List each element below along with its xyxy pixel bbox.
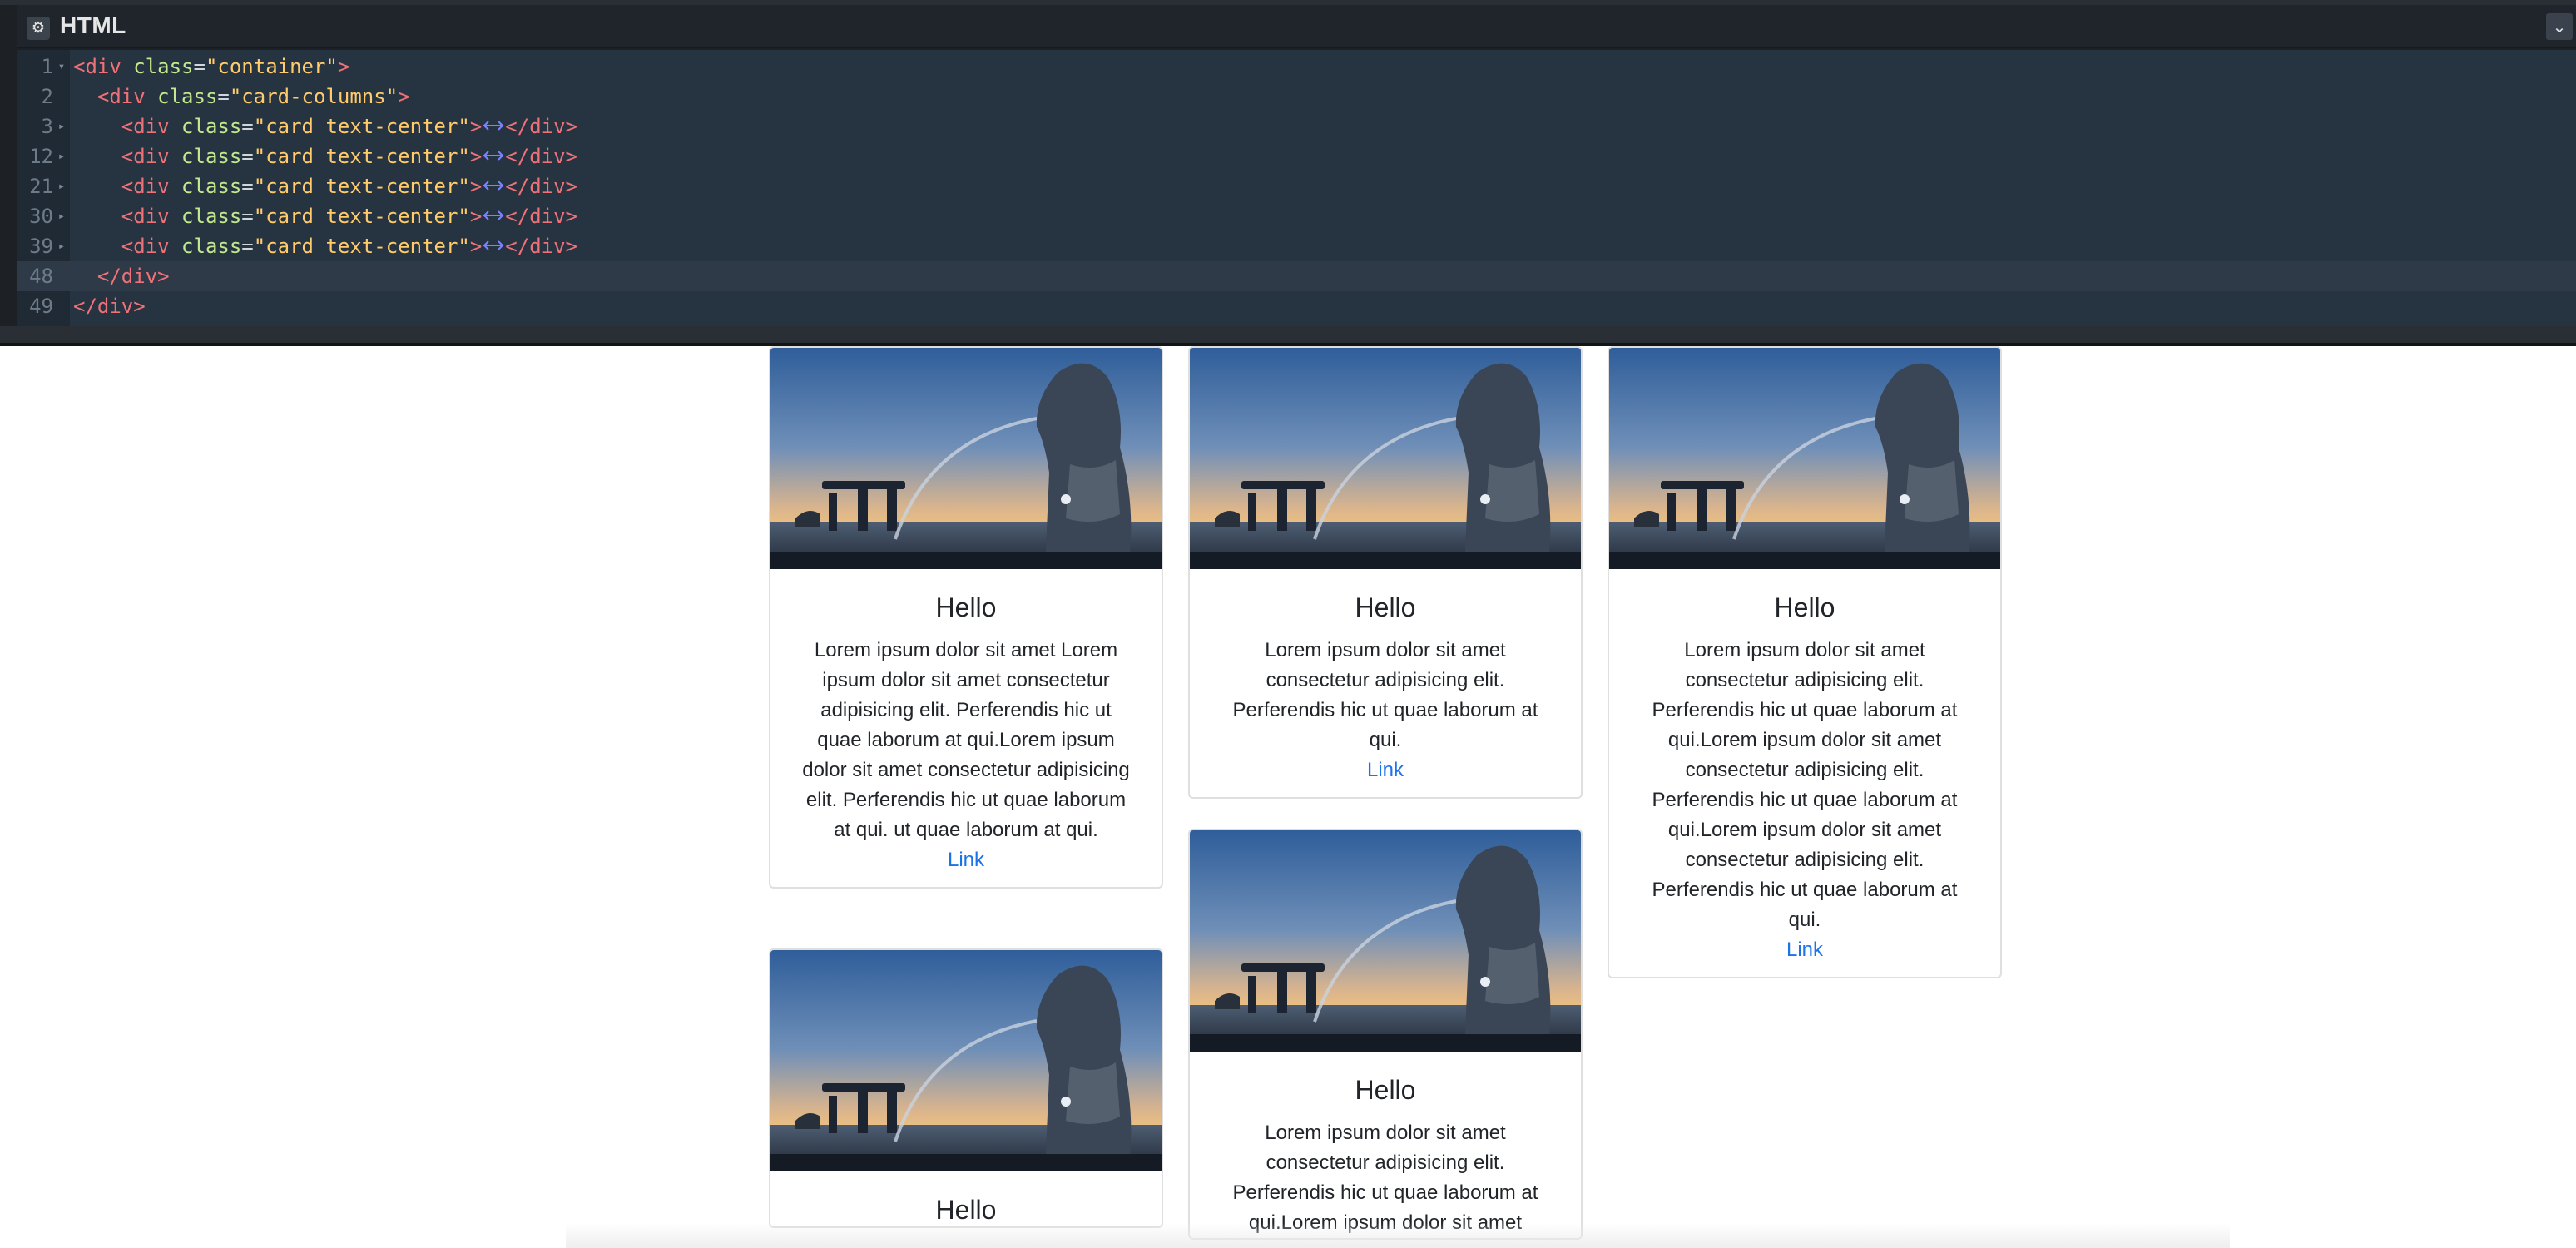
folded-code-marker-icon[interactable] [482, 209, 505, 222]
code-text: <div class="container"> [73, 55, 350, 78]
line-number: 2 [41, 85, 53, 108]
line-number: 30 [29, 205, 53, 228]
line-number: 1 [41, 55, 53, 78]
folded-code-marker-icon[interactable] [482, 119, 505, 132]
card-text: Lorem ipsum dolor sit amet Lorem ipsum d… [802, 639, 1130, 841]
card-text: Lorem ipsum dolor sit amet consectetur a… [1232, 639, 1538, 751]
card-image [1190, 348, 1581, 569]
card-link[interactable]: Link [770, 845, 1162, 887]
fold-open-icon[interactable]: ▾ [55, 52, 68, 82]
card-image [770, 950, 1162, 1171]
editor-bottom-bar [0, 326, 2576, 343]
fold-closed-icon[interactable]: ▸ [55, 141, 68, 171]
code-line[interactable]: 49 </div> [17, 291, 2576, 321]
code-text: <div class="card text-center"> </div> [121, 145, 577, 168]
card-image [1609, 348, 2000, 569]
code-text: <div class="card text-center"> </div> [121, 205, 577, 228]
line-number: 39 [29, 235, 53, 258]
card-link[interactable]: Link [1609, 935, 2000, 977]
code-line[interactable]: 2 <div class="card-columns"> [17, 82, 2576, 111]
code-line[interactable]: 30 ▸ <div class="card text-center"> </div> [17, 201, 2576, 231]
code-text: <div class="card text-center"> </div> [121, 115, 577, 138]
code-line[interactable]: 48 </div> [17, 261, 2576, 291]
code-text: </div> [97, 265, 170, 288]
scroll-fade [566, 1223, 2230, 1248]
folded-code-marker-icon[interactable] [482, 179, 505, 192]
fold-closed-icon[interactable]: ▸ [55, 201, 68, 231]
card-title: Hello [1355, 592, 1416, 622]
card-image [1190, 830, 1581, 1052]
card-text: Lorem ipsum dolor sit amet consectetur a… [1232, 1122, 1538, 1234]
code-text: <div class="card text-center"> </div> [121, 235, 577, 258]
card-text: Lorem ipsum dolor sit amet consectetur a… [1652, 639, 1958, 931]
code-text: <div class="card text-center"> </div> [121, 175, 577, 198]
fold-closed-icon[interactable]: ▸ [55, 111, 68, 141]
line-number: 12 [29, 145, 53, 168]
gear-icon[interactable]: ⚙ [27, 17, 50, 40]
editor-title: HTML [60, 12, 126, 38]
code-area[interactable]: 1 ▾ <div class="container"> 2 <div class="c… [17, 50, 2576, 326]
card-title: Hello [935, 592, 997, 622]
code-line[interactable]: 21 ▸ <div class="card text-center"> </div> [17, 171, 2576, 201]
card-title: Hello [1774, 592, 1835, 622]
code-line[interactable]: 39 ▸ <div class="card text-center"> </div> [17, 231, 2576, 261]
fold-closed-icon[interactable]: ▸ [55, 231, 68, 261]
chevron-down-icon[interactable]: ⌄ [2546, 13, 2573, 40]
code-line[interactable]: 3 ▸ <div class="card text-center"> </div> [17, 111, 2576, 141]
fold-closed-icon[interactable]: ▸ [55, 171, 68, 201]
preview-pane: Hello Lorem ipsum dolor sit amet Lorem i… [0, 346, 2576, 1248]
card-5: Hello [769, 948, 1163, 1228]
card-title: Hello [935, 1195, 997, 1225]
folded-code-marker-icon[interactable] [482, 239, 505, 252]
card-2: Hello Lorem ipsum dolor sit amet consect… [1188, 346, 1583, 799]
code-line[interactable]: 1 ▾ <div class="container"> [17, 52, 2576, 82]
code-text: </div> [73, 295, 146, 318]
card-3: Hello Lorem ipsum dolor sit amet consect… [1608, 346, 2002, 978]
line-number: 21 [29, 175, 53, 198]
card-image [770, 348, 1162, 569]
card-1: Hello Lorem ipsum dolor sit amet Lorem i… [769, 346, 1163, 889]
card-4: Hello Lorem ipsum dolor sit amet consect… [1188, 829, 1583, 1240]
card-link[interactable]: Link [1190, 755, 1581, 797]
card-title: Hello [1355, 1075, 1416, 1105]
code-line[interactable]: 12 ▸ <div class="card text-center"> </div> [17, 141, 2576, 171]
html-editor-panel: ⚙ HTML ⌄ 1 ▾ <div class="container"> 2 <div… [0, 0, 2576, 346]
editor-header: ⚙ HTML ⌄ [17, 5, 2576, 48]
code-text: <div class="card-columns"> [97, 85, 410, 108]
line-number: 49 [29, 295, 53, 318]
folded-code-marker-icon[interactable] [482, 149, 505, 162]
line-number: 3 [41, 115, 53, 138]
line-number: 48 [29, 265, 53, 288]
